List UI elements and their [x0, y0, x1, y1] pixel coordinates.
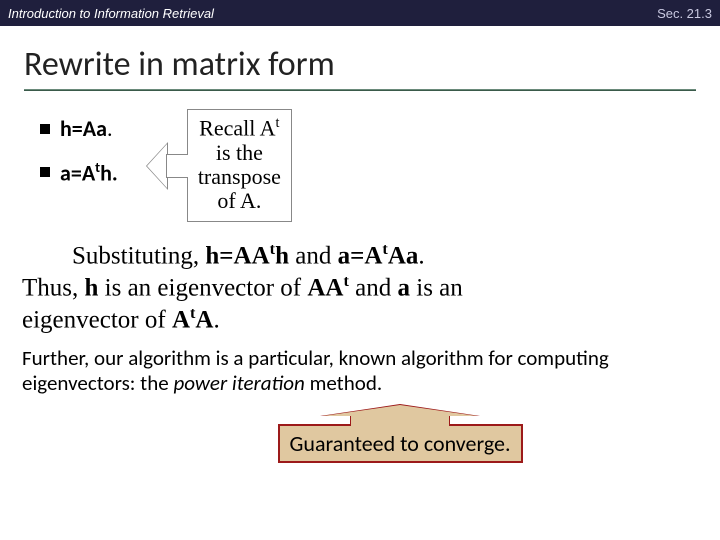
callout-line-2: is the [198, 141, 281, 165]
equation-2-text: a=Ath. [60, 158, 118, 186]
body-paragraph: Substituting, h=AAth and a=AtAa. Thus, h… [0, 222, 720, 335]
arrow-left-icon [146, 142, 188, 190]
equation-1: h=Aa. [40, 115, 118, 142]
recall-callout: Recall At is the transpose of A. [146, 109, 292, 222]
header-section: Sec. 21.3 [657, 6, 712, 21]
equations-row: h=Aa. a=Ath. Recall At is the transpose … [0, 91, 720, 222]
callout-line-3: transpose [198, 165, 281, 189]
callout-line-1: Recall At [198, 116, 281, 141]
header-course-title: Introduction to Information Retrieval [8, 6, 214, 21]
equation-1-text: h=Aa. [60, 115, 113, 142]
slide-title: Rewrite in matrix form [0, 26, 720, 89]
callout-line-4: of A. [198, 189, 281, 213]
converge-callout: Guaranteed to converge. [278, 404, 523, 463]
converge-box: Guaranteed to converge. [278, 424, 523, 463]
recall-box: Recall At is the transpose of A. [187, 109, 292, 222]
further-paragraph: Further, our algorithm is a particular, … [0, 336, 720, 396]
slide-header: Introduction to Information Retrieval Se… [0, 0, 720, 26]
equation-2: a=Ath. [40, 158, 118, 186]
arrow-up-icon [320, 404, 480, 426]
power-iteration-term: power iteration [173, 370, 304, 396]
bullet-icon [40, 124, 50, 134]
bullet-icon [40, 167, 50, 177]
equation-list: h=Aa. a=Ath. [40, 109, 118, 202]
